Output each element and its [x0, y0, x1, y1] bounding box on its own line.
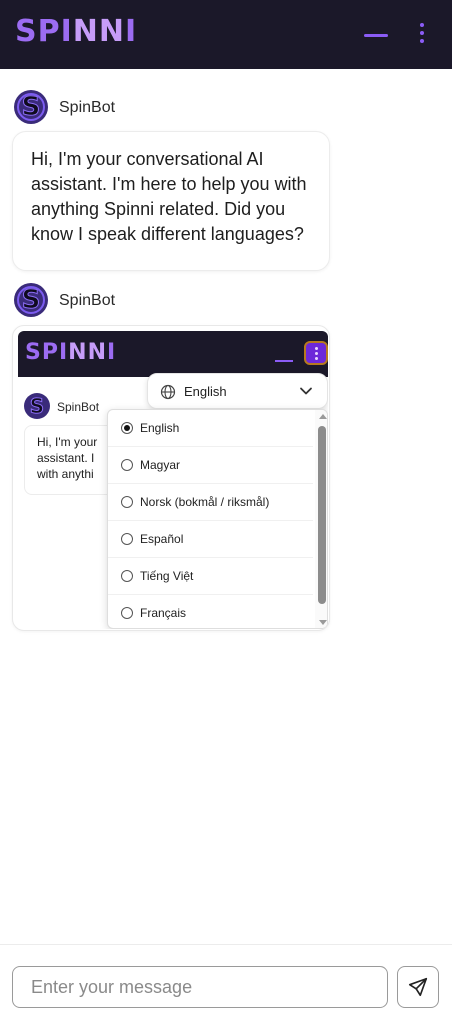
spinni-logo: SPINNI [15, 14, 138, 49]
language-option-label: English [140, 421, 180, 435]
bot-message-bubble: Hi, I'm your conversational AI assistant… [12, 131, 330, 271]
embedded-language-select: English [147, 373, 328, 409]
message-composer [0, 944, 452, 1024]
embedded-header: SPINNI [18, 331, 328, 377]
message-input[interactable] [12, 966, 388, 1008]
radio-unchecked-icon [121, 496, 133, 508]
bot-image-message[interactable]: SPINNI S SpinBot Hi, I'm your assistant.… [12, 325, 330, 631]
globe-icon [160, 384, 176, 400]
language-option-tieng-viet: Tiếng Việt [108, 558, 313, 595]
radio-unchecked-icon [121, 459, 133, 471]
language-option-label: Tiếng Việt [140, 569, 194, 583]
embedded-bot-avatar: S [24, 393, 50, 419]
language-option-magyar: Magyar [108, 447, 313, 484]
selected-language: English [184, 384, 227, 399]
language-option-label: Norsk (bokmål / riksmål) [140, 495, 270, 509]
embedded-bot-name: SpinBot [57, 400, 100, 414]
embedded-screenshot-image: SPINNI S SpinBot Hi, I'm your assistant.… [18, 331, 328, 629]
bot-name: SpinBot [59, 99, 116, 116]
language-option-label: Español [140, 532, 184, 546]
send-icon [408, 977, 428, 997]
embedded-minimize-icon [275, 360, 293, 362]
language-option-norsk: Norsk (bokmål / riksmål) [108, 484, 313, 521]
language-option-espanol: Español [108, 521, 313, 558]
radio-unchecked-icon [121, 533, 133, 545]
app-header: SPINNI [0, 0, 452, 69]
bot-name: SpinBot [59, 292, 116, 309]
send-button[interactable] [397, 966, 439, 1008]
radio-checked-icon [121, 422, 133, 434]
radio-unchecked-icon [121, 570, 133, 582]
radio-unchecked-icon [121, 607, 133, 619]
scrollbar-thumb [318, 426, 326, 604]
embedded-more-options-icon [304, 341, 328, 365]
language-option-english: English [108, 410, 313, 447]
bot-avatar: S [14, 283, 48, 317]
bot-avatar: S [14, 90, 48, 124]
scroll-up-arrow-icon [319, 414, 327, 419]
chevron-down-icon [300, 387, 312, 395]
language-option-francais: Français [108, 595, 313, 628]
minimize-button[interactable] [364, 34, 388, 37]
language-option-label: Français [140, 606, 187, 620]
language-option-label: Magyar [140, 458, 181, 472]
embedded-language-list: English Magyar Norsk (bokmål / riksmål) … [107, 409, 328, 629]
scroll-down-arrow-icon [319, 620, 327, 625]
more-options-button[interactable] [410, 20, 434, 46]
embedded-spinni-logo: SPINNI [25, 340, 117, 365]
